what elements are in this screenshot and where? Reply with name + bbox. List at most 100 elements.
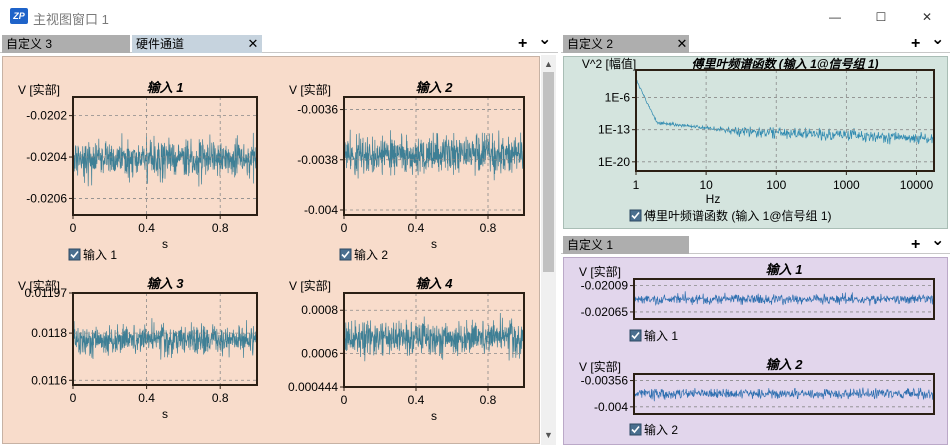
x-tick-label: 0.4 xyxy=(138,221,155,235)
close-tab-icon[interactable]: ✕ xyxy=(675,35,689,53)
y-tick-label: -0.00356 xyxy=(581,374,629,388)
right-bottom-view-pane: 自定义 1 + ⌄ 输入 1V [实部] -0.02009 -0.02065 输入 1… xyxy=(561,233,950,446)
x-axis-label: s xyxy=(431,409,437,423)
x-tick-label: 0 xyxy=(70,221,77,235)
signal-chart[interactable]: 输入 2 V [实部] -0.0036 -0.0038 -0.0040 0.4 0.8 s xyxy=(289,80,525,251)
legend-label: 输入 1 xyxy=(644,328,678,343)
x-tick-label: 0.4 xyxy=(408,393,425,407)
checkbox-icon[interactable] xyxy=(629,329,642,342)
y-tick-label: -0.02009 xyxy=(581,279,629,293)
x-tick-label: 1000 xyxy=(833,178,860,192)
signal-chart[interactable]: 输入 1 V [实部]-0.02009 -0.02065 xyxy=(579,262,935,320)
chart-svg: 输入 1V [实部]-0.02009-0.02065输入 1输入 2V [实部]… xyxy=(579,262,935,437)
x-tick-label: 0 xyxy=(341,221,348,235)
y-tick-label: -0.0036 xyxy=(297,103,338,117)
spectrum-trace xyxy=(635,78,935,145)
legend-checkbox[interactable]: 输入 4 xyxy=(340,442,388,443)
y-tick-label: 0.0006 xyxy=(301,346,338,360)
chevron-down-icon[interactable]: ⌄ xyxy=(931,233,944,254)
y-axis-label: V [实部] xyxy=(579,264,621,279)
tab-label: 自定义 2 xyxy=(567,37,614,51)
signal-trace xyxy=(633,387,935,402)
checkbox-icon[interactable] xyxy=(629,209,642,222)
right-top-tab-bar: 自定义 2 ✕ + ⌄ xyxy=(561,32,950,53)
tab-hardware-channel[interactable]: 硬件通道 xyxy=(132,35,262,53)
legend-label: 输入 2 xyxy=(644,422,678,437)
fft-chart[interactable]: 傅里叶频谱函数 (输入 1@信号组 1) V^2 [幅值] 1E-6 1E-13 1E-… xyxy=(582,57,935,206)
tab-custom-3[interactable]: 自定义 3 xyxy=(2,35,130,53)
x-tick-label: 0.8 xyxy=(212,221,229,235)
vertical-scrollbar[interactable]: ▲ ▼ xyxy=(541,55,556,445)
checkbox-icon[interactable] xyxy=(629,423,642,436)
y-tick-label: -0.0202 xyxy=(26,109,67,123)
y-tick-label: -0.0038 xyxy=(297,153,338,167)
add-view-button[interactable]: + xyxy=(518,35,527,53)
x-tick-label: 0 xyxy=(70,391,77,405)
legend-checkbox[interactable]: 输入 1 xyxy=(629,328,678,343)
y-tick-label: 1E-13 xyxy=(598,123,630,137)
window-title: 主视图窗口 1 xyxy=(33,12,109,27)
legend-label: 输入 4 xyxy=(354,442,388,443)
legend-checkbox[interactable]: 输入 1 xyxy=(68,247,117,262)
chart-title: 输入 3 xyxy=(147,276,185,291)
y-tick-label: 1E-6 xyxy=(605,91,631,105)
legend-checkbox[interactable]: 傅里叶频谱函数 (输入 1@信号组 1) xyxy=(629,208,832,223)
chevron-down-icon[interactable]: ⌄ xyxy=(931,32,944,53)
minimize-button[interactable]: — xyxy=(812,0,858,33)
left-view-pane: 自定义 3 硬件通道 ✕ + ⌄ 输入 1 V [实部] -0.0202 -0.020… xyxy=(0,32,558,446)
chart-title: 输入 1 xyxy=(147,80,184,95)
y-tick-label: -0.004 xyxy=(304,203,338,217)
chart-title: 傅里叶频谱函数 (输入 1@信号组 1) xyxy=(691,57,878,71)
signal-chart[interactable]: 输入 2 V [实部]-0.00356 -0.004 xyxy=(579,357,935,415)
tab-custom-1[interactable]: 自定义 1 xyxy=(563,236,689,254)
minimize-icon: — xyxy=(829,9,841,24)
left-tab-bar: 自定义 3 硬件通道 ✕ + ⌄ xyxy=(0,32,558,53)
signal-chart[interactable]: 输入 1 V [实部] -0.0202 -0.0204 -0.0206 0 0.4 0.8 s xyxy=(18,80,258,251)
y-tick-label: 0.0008 xyxy=(301,303,338,317)
x-tick-label: 0.4 xyxy=(138,391,155,405)
x-tick-label: 1 xyxy=(633,178,640,192)
fft-plot-area: 傅里叶频谱函数 (输入 1@信号组 1) V^2 [幅值] 1E-6 1E-13 1E-… xyxy=(563,56,948,229)
add-view-button[interactable]: + xyxy=(911,35,920,53)
chart-title: 输入 2 xyxy=(416,80,454,95)
signal-trace xyxy=(343,312,525,362)
tab-custom-2[interactable]: 自定义 2 xyxy=(563,35,689,53)
close-window-button[interactable]: ✕ xyxy=(904,0,950,33)
y-tick-label: -0.004 xyxy=(594,400,628,414)
x-tick-label: 10 xyxy=(699,178,713,192)
legend-checkbox[interactable]: 输入 3 xyxy=(69,442,117,443)
close-tab-icon[interactable]: ✕ xyxy=(246,35,260,53)
chart-svg: 傅里叶频谱函数 (输入 1@信号组 1) V^2 [幅值] 1E-6 1E-13 1E-… xyxy=(582,57,935,223)
legend-checkbox[interactable]: 输入 2 xyxy=(629,422,678,437)
legend-label: 输入 3 xyxy=(83,442,117,443)
y-tick-label: 0.0118 xyxy=(31,326,67,340)
plot-frame xyxy=(635,69,935,172)
maximize-button[interactable]: ☐ xyxy=(858,0,904,33)
legend-label: 傅里叶频谱函数 (输入 1@信号组 1) xyxy=(644,208,832,223)
signal-chart[interactable]: 输入 3V [实部]0.011970.01180.01160 0.4 0.8s xyxy=(18,276,258,421)
tab-label: 硬件通道 xyxy=(136,37,185,51)
add-view-button[interactable]: + xyxy=(911,236,920,254)
checkbox-icon[interactable] xyxy=(68,248,81,261)
signal-trace xyxy=(72,132,258,187)
chart-svg: 输入 1V [实部]-0.0202-0.0204-0.02060 0.4 0.8s输… xyxy=(18,80,525,443)
chevron-down-icon[interactable]: ⌄ xyxy=(538,32,551,53)
x-axis-label: Hz xyxy=(706,192,721,206)
checkbox-icon[interactable] xyxy=(339,248,352,261)
chart-title: 输入 1 xyxy=(766,262,803,277)
scroll-up-icon[interactable]: ▲ xyxy=(544,59,553,69)
y-axis-label: V [实部] xyxy=(579,359,621,374)
y-axis-label: V [实部] xyxy=(289,82,331,97)
y-axis-label: V [实部] xyxy=(18,82,60,97)
right-top-view-pane: 自定义 2 ✕ + ⌄ 傅里叶频谱函数 (输入 1@信号组 1) V^2 [幅值]… xyxy=(561,32,950,231)
scrollbar-thumb[interactable] xyxy=(543,72,554,272)
signal-chart[interactable]: 输入 4 V [实部] 0.0008 0.0006 0.0004440 0.4 0.8 s xyxy=(288,276,525,423)
scroll-down-icon[interactable]: ▼ xyxy=(544,430,553,440)
legend-label: 输入 2 xyxy=(354,247,388,262)
legend-label: 输入 1 xyxy=(83,247,117,262)
window-title-bar[interactable]: ZP 主视图窗口 1 — ☐ ✕ xyxy=(0,0,950,33)
y-tick-label: -0.0206 xyxy=(26,191,67,205)
right-bottom-plot-area: 输入 1V [实部] -0.02009 -0.02065 输入 1 输入 2V [实部]… xyxy=(563,257,948,445)
legend-checkbox[interactable]: 输入 2 xyxy=(339,247,388,262)
y-axis-label: V [实部] xyxy=(289,278,331,293)
